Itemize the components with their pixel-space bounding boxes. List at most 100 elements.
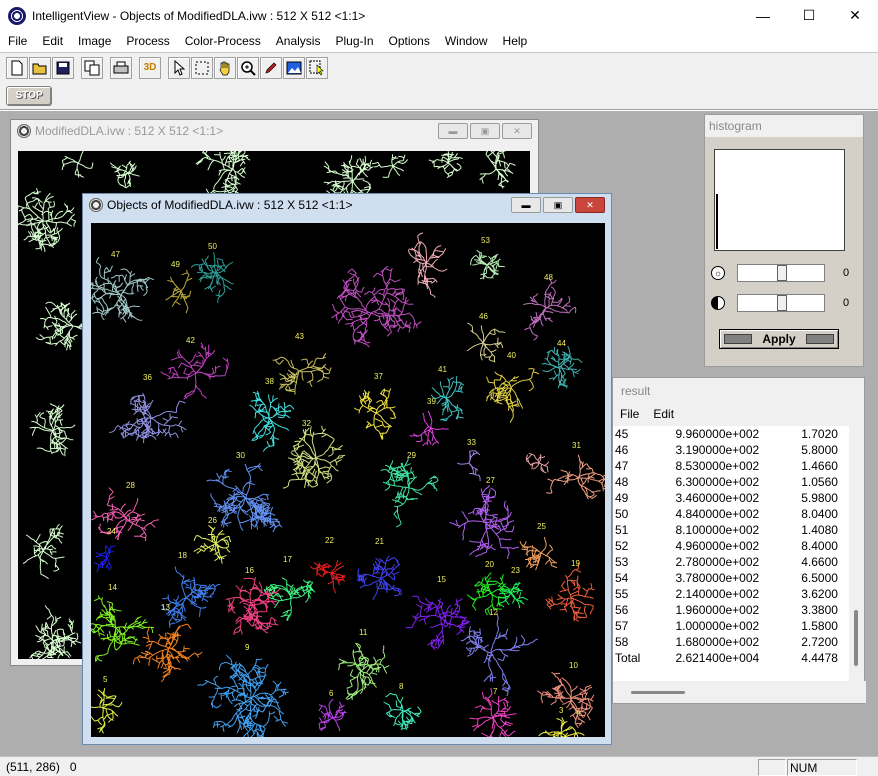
object-cluster: [353, 388, 397, 440]
minimize-button[interactable]: ▬: [438, 123, 468, 139]
result-row: Total 2.621400e+004 4.4478: [613, 650, 850, 666]
object-cluster: [109, 160, 140, 189]
cluster-branches: [565, 726, 585, 737]
menu-file[interactable]: File: [0, 34, 34, 48]
result-cell-area: 2.780000e+002: [675, 555, 760, 569]
horizontal-scroll-thumb[interactable]: [631, 691, 685, 694]
save-icon[interactable]: [52, 56, 74, 79]
object-cluster: [460, 612, 539, 697]
contrast-slider-thumb[interactable]: [777, 295, 787, 311]
close-button[interactable]: ✕: [832, 0, 878, 31]
object-label: 26: [208, 516, 217, 525]
result-cell-value: 8.0400: [801, 507, 838, 521]
menu-color-process[interactable]: Color-Process: [177, 34, 268, 48]
menu-window[interactable]: Window: [437, 34, 495, 48]
selection-tool-icon[interactable]: [306, 56, 328, 79]
cluster-branches: [282, 425, 346, 489]
menu-analysis[interactable]: Analysis: [268, 34, 328, 48]
stop-button[interactable]: STOP: [6, 85, 52, 106]
object-cluster: [206, 463, 283, 533]
maximize-button[interactable]: ☐: [786, 0, 832, 31]
object-cluster: [407, 232, 448, 298]
result-cell-area: 4.840000e+002: [675, 507, 760, 521]
brightness-slider[interactable]: [737, 264, 825, 282]
app-eye-icon: [8, 6, 26, 25]
object-label: 53: [481, 236, 490, 245]
object-label: 7: [493, 687, 498, 696]
copy-icon[interactable]: [81, 56, 103, 79]
image-icon[interactable]: [283, 56, 305, 79]
object-label: 46: [479, 312, 488, 321]
vertical-scrollbar[interactable]: [849, 426, 864, 682]
horizontal-scrollbar[interactable]: [613, 681, 866, 703]
object-label: 41: [438, 365, 447, 374]
menubar: File Edit Image Process Color-Process An…: [0, 31, 878, 51]
cluster-branches: [249, 390, 295, 452]
maximize-button[interactable]: ▣: [543, 197, 573, 213]
menu-edit[interactable]: Edit: [34, 34, 70, 48]
contrast-slider[interactable]: [737, 294, 825, 312]
object-cluster: [479, 151, 516, 189]
cluster-branches: [430, 375, 465, 422]
object-cluster: [338, 642, 390, 700]
result-menu-edit[interactable]: Edit: [646, 407, 681, 421]
histogram-plot: [714, 149, 845, 251]
pencil-icon[interactable]: [260, 56, 282, 79]
object-label: 9: [245, 643, 250, 652]
image-canvas-objects[interactable]: 47 49 50 53 48 46 44 42 43 40 36 38 37 39 41 32 33 31 30 29…: [91, 223, 605, 737]
cluster-branches: [161, 566, 221, 628]
cluster-branches: [91, 595, 155, 663]
close-button[interactable]: ✕: [575, 197, 605, 213]
result-menu-file[interactable]: File: [613, 407, 646, 421]
object-cluster: [160, 342, 229, 400]
minimize-button[interactable]: —: [740, 0, 786, 31]
result-cell-value: 8.4000: [801, 539, 838, 553]
menu-help[interactable]: Help: [495, 34, 535, 48]
select-icon[interactable]: [191, 56, 213, 79]
hand-icon[interactable]: [214, 56, 236, 79]
object-label: 27: [486, 476, 495, 485]
minimize-button[interactable]: ▬: [511, 197, 541, 213]
3d-icon[interactable]: 3D: [139, 56, 161, 79]
object-cluster: [61, 151, 94, 178]
cluster-branches: [91, 487, 159, 541]
menu-image[interactable]: Image: [70, 34, 118, 48]
new-icon[interactable]: [6, 56, 28, 79]
window-titlebar[interactable]: ModifiedDLA.ivw : 512 X 512 <1:1> ▬ ▣ ✕: [11, 120, 538, 142]
close-button[interactable]: ✕: [502, 123, 532, 139]
result-panel: result File Edit 45 9.960000e+002 1.7020 46…: [612, 377, 866, 704]
cluster-branches: [460, 612, 539, 697]
image-window-objects[interactable]: Objects of ModifiedDLA.ivw : 512 X 512 <…: [82, 193, 612, 745]
cluster-branches: [519, 536, 558, 571]
cluster-branches: [206, 463, 283, 533]
result-title: result: [621, 384, 651, 398]
cluster-branches: [190, 252, 234, 304]
histogram-title: histogram: [705, 115, 863, 137]
object-cluster: [263, 577, 316, 622]
object-label: 40: [507, 351, 516, 360]
result-row: 51 8.100000e+002 1.4080: [613, 522, 850, 538]
print-icon[interactable]: [110, 56, 132, 79]
vertical-scroll-thumb[interactable]: [854, 610, 858, 666]
brightness-slider-thumb[interactable]: [777, 265, 787, 281]
result-cell-value: 1.4080: [801, 523, 838, 537]
object-label: 20: [485, 560, 494, 569]
result-cell-id: 46: [615, 443, 629, 457]
maximize-button[interactable]: ▣: [470, 123, 500, 139]
zoom-icon[interactable]: [237, 56, 259, 79]
object-label: 50: [208, 242, 217, 251]
object-cluster: [91, 595, 155, 663]
result-menubar: File Edit: [613, 404, 864, 424]
menu-process[interactable]: Process: [118, 34, 176, 48]
menu-plug-in[interactable]: Plug-In: [327, 34, 380, 48]
object-label: 30: [236, 451, 245, 460]
menu-options[interactable]: Options: [381, 34, 437, 48]
cluster-branches: [18, 188, 77, 252]
window-titlebar[interactable]: Objects of ModifiedDLA.ivw : 512 X 512 <…: [83, 194, 611, 216]
open-icon[interactable]: [29, 56, 51, 79]
cluster-branches: [479, 151, 516, 189]
apply-button[interactable]: Apply: [719, 329, 839, 349]
object-cluster: [197, 654, 289, 737]
pointer-icon[interactable]: [168, 56, 190, 79]
result-row: 47 8.530000e+002 1.4660: [613, 458, 850, 474]
